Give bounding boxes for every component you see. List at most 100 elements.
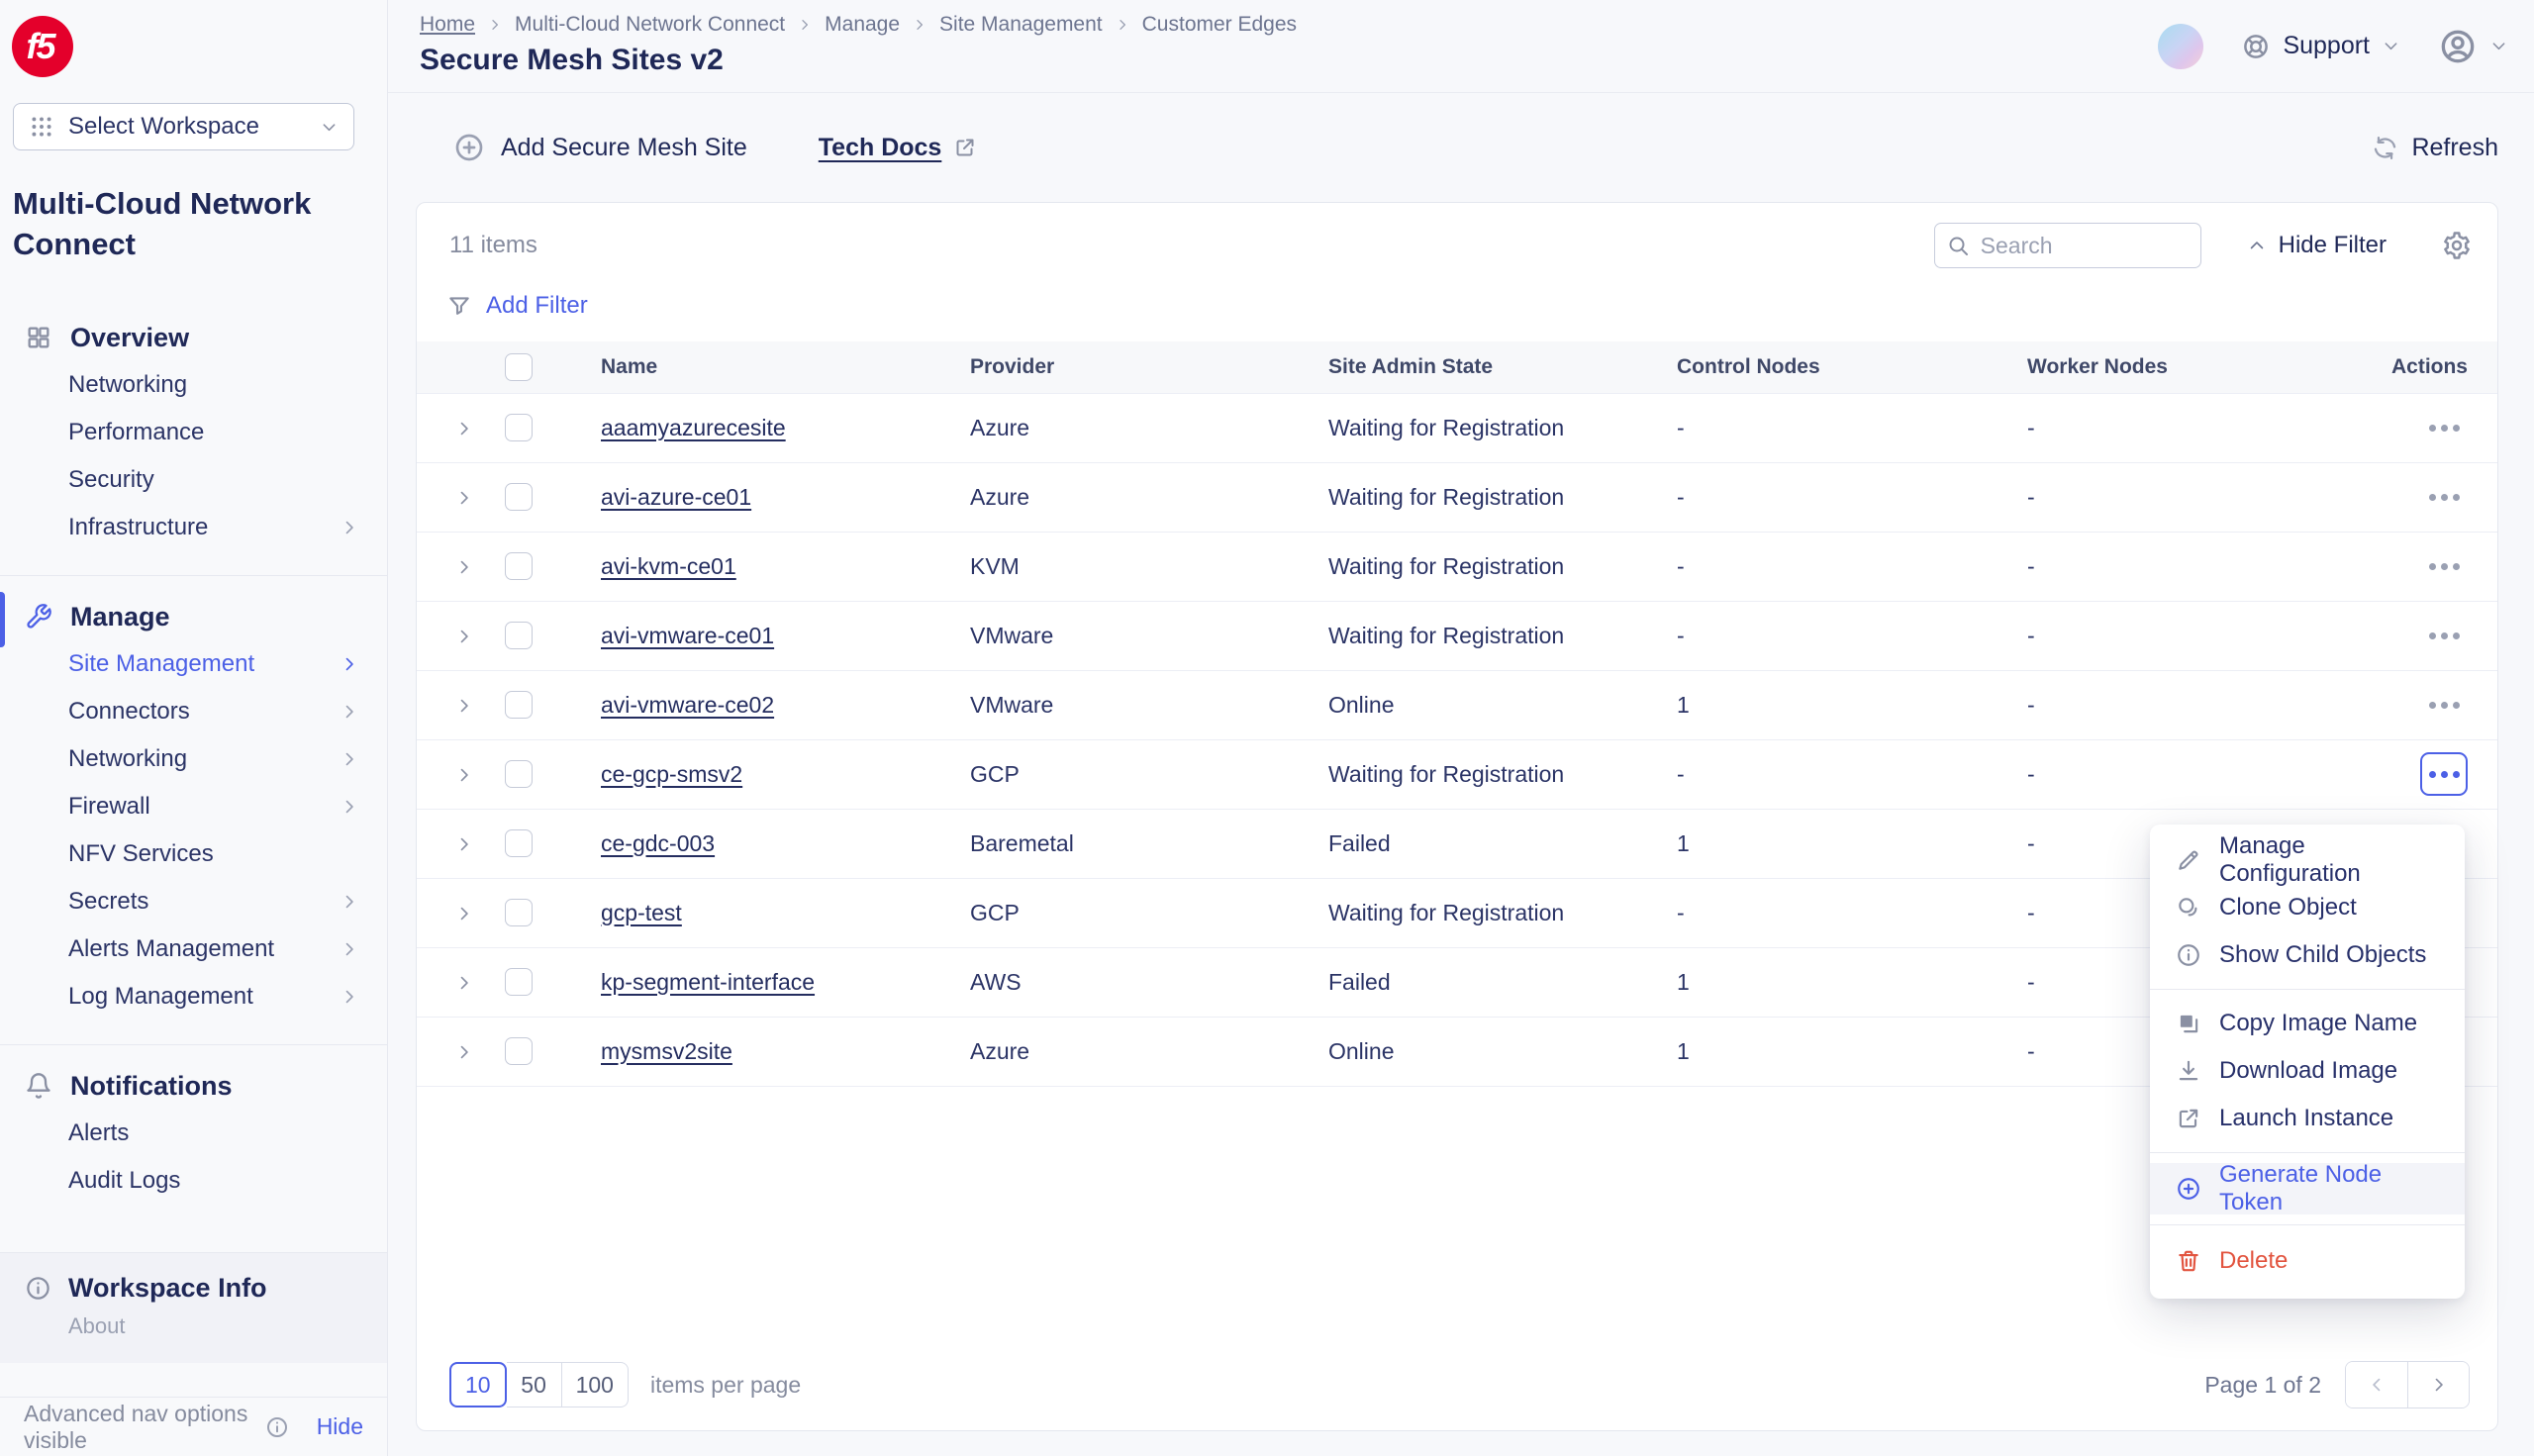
- chevron-right-icon: [340, 654, 359, 674]
- table-head-row: NameProviderSite Admin StateControl Node…: [417, 341, 2497, 393]
- row-expander[interactable]: [454, 488, 474, 508]
- row-expander[interactable]: [454, 1042, 474, 1062]
- sidebar-item-secrets[interactable]: Secrets: [0, 878, 387, 925]
- gear-icon[interactable]: [2442, 231, 2472, 260]
- provider-cell: Baremetal: [921, 809, 1279, 878]
- site-name-link[interactable]: avi-kvm-ce01: [601, 553, 736, 579]
- row-actions-button[interactable]: [2420, 475, 2468, 519]
- site-name-link[interactable]: aaamyazurecesite: [601, 415, 786, 440]
- row-checkbox[interactable]: [505, 691, 533, 719]
- menu-item-clone-object[interactable]: Clone Object: [2150, 884, 2465, 931]
- row-expander[interactable]: [454, 904, 474, 923]
- row-expander[interactable]: [454, 557, 474, 577]
- sidebar-section-head-notifications[interactable]: Notifications: [0, 1063, 387, 1110]
- add-secure-mesh-site-button[interactable]: Add Secure Mesh Site: [453, 132, 747, 163]
- workspace-info-about[interactable]: About: [68, 1313, 363, 1339]
- site-name-link[interactable]: gcp-test: [601, 900, 682, 925]
- menu-item-manage-configuration[interactable]: Manage Configuration: [2150, 836, 2465, 884]
- breadcrumb-item[interactable]: Manage: [825, 13, 900, 37]
- sidebar-item-alerts-management[interactable]: Alerts Management: [0, 925, 387, 973]
- actions-cell: [2285, 601, 2497, 670]
- row-checkbox[interactable]: [505, 552, 533, 580]
- site-name-link[interactable]: ce-gdc-003: [601, 830, 715, 856]
- tech-docs-link[interactable]: Tech Docs: [819, 134, 978, 162]
- chevron-right-icon: [454, 696, 474, 716]
- control-nodes-cell: -: [1627, 878, 1978, 947]
- row-actions-button[interactable]: [2420, 544, 2468, 588]
- advanced-nav-hide-link[interactable]: Hide: [317, 1413, 363, 1440]
- menu-item-copy-image-name[interactable]: Copy Image Name: [2150, 1000, 2465, 1047]
- row-actions-button[interactable]: [2420, 406, 2468, 449]
- column-header-provider: Provider: [921, 341, 1279, 393]
- sidebar-item-alerts[interactable]: Alerts: [0, 1110, 387, 1157]
- control-nodes-cell: 1: [1627, 947, 1978, 1017]
- breadcrumb-item[interactable]: Multi-Cloud Network Connect: [515, 13, 785, 37]
- menu-item-launch-instance[interactable]: Launch Instance: [2150, 1095, 2465, 1142]
- next-page-button[interactable]: [2407, 1362, 2469, 1407]
- menu-item-download-image[interactable]: Download Image: [2150, 1047, 2465, 1095]
- sidebar-item-site-management[interactable]: Site Management: [0, 640, 387, 688]
- row-checkbox[interactable]: [505, 414, 533, 441]
- row-checkbox[interactable]: [505, 968, 533, 996]
- workspace-info-head[interactable]: Workspace Info: [25, 1273, 363, 1304]
- sidebar-item-connectors[interactable]: Connectors: [0, 688, 387, 735]
- external-link-icon: [953, 136, 977, 159]
- row-actions-button[interactable]: [2420, 752, 2468, 796]
- page-size-10[interactable]: 10: [449, 1362, 507, 1407]
- menu-item-generate-node-token[interactable]: Generate Node Token: [2150, 1163, 2465, 1214]
- row-expander[interactable]: [454, 419, 474, 438]
- row-expander[interactable]: [454, 696, 474, 716]
- menu-item-delete[interactable]: Delete: [2150, 1235, 2465, 1287]
- chevron-right-icon: [340, 892, 359, 912]
- sidebar-item-networking[interactable]: Networking: [0, 361, 387, 409]
- search-input[interactable]: [1934, 223, 2201, 268]
- support-menu[interactable]: Support: [2241, 32, 2400, 61]
- site-name-link[interactable]: avi-vmware-ce01: [601, 623, 774, 648]
- row-checkbox[interactable]: [505, 1037, 533, 1065]
- row-checkbox[interactable]: [505, 760, 533, 788]
- row-checkbox[interactable]: [505, 829, 533, 857]
- site-name-link[interactable]: mysmsv2site: [601, 1038, 732, 1064]
- sidebar-section-head-overview[interactable]: Overview: [0, 315, 387, 361]
- site-name-link[interactable]: avi-azure-ce01: [601, 484, 751, 510]
- breadcrumb-item[interactable]: Home: [420, 13, 475, 37]
- sidebar-item-performance[interactable]: Performance: [0, 409, 387, 456]
- row-checkbox-cell: [486, 462, 551, 532]
- row-expander[interactable]: [454, 627, 474, 646]
- sidebar-section-head-manage[interactable]: Manage: [0, 594, 387, 640]
- page-size-50[interactable]: 50: [507, 1362, 562, 1407]
- site-name-link[interactable]: ce-gcp-smsv2: [601, 761, 742, 787]
- sidebar-item-label: Infrastructure: [68, 514, 208, 541]
- row-actions-button[interactable]: [2420, 683, 2468, 727]
- row-actions-button[interactable]: [2420, 614, 2468, 657]
- select-all-checkbox[interactable]: [505, 353, 533, 381]
- sidebar-item-log-management[interactable]: Log Management: [0, 973, 387, 1020]
- site-name-link[interactable]: kp-segment-interface: [601, 969, 815, 995]
- prev-page-button[interactable]: [2346, 1362, 2407, 1407]
- page-size-100[interactable]: 100: [562, 1362, 629, 1407]
- row-checkbox-cell: [486, 947, 551, 1017]
- row-expander[interactable]: [454, 765, 474, 785]
- workspace-selector[interactable]: Select Workspace: [13, 103, 354, 150]
- site-name-link[interactable]: avi-vmware-ce02: [601, 692, 774, 718]
- add-filter-button[interactable]: Add Filter: [417, 268, 588, 320]
- avatar[interactable]: [2158, 24, 2203, 69]
- row-checkbox[interactable]: [505, 483, 533, 511]
- row-checkbox-cell: [486, 1017, 551, 1086]
- account-menu[interactable]: [2438, 27, 2508, 66]
- site-admin-state-cell: Failed: [1279, 947, 1627, 1017]
- sidebar-item-audit-logs[interactable]: Audit Logs: [0, 1157, 387, 1205]
- sidebar-item-infrastructure[interactable]: Infrastructure: [0, 504, 387, 551]
- row-checkbox[interactable]: [505, 899, 533, 926]
- menu-item-show-child-objects[interactable]: Show Child Objects: [2150, 931, 2465, 979]
- sidebar-item-firewall[interactable]: Firewall: [0, 783, 387, 830]
- row-expander[interactable]: [454, 834, 474, 854]
- refresh-button[interactable]: Refresh: [2372, 134, 2498, 162]
- row-checkbox[interactable]: [505, 622, 533, 649]
- sidebar-item-nfv-services[interactable]: NFV Services: [0, 830, 387, 878]
- breadcrumb-item[interactable]: Site Management: [939, 13, 1103, 37]
- hide-filter-toggle[interactable]: Hide Filter: [2247, 232, 2387, 259]
- sidebar-item-security[interactable]: Security: [0, 456, 387, 504]
- row-expander[interactable]: [454, 973, 474, 993]
- sidebar-item-networking[interactable]: Networking: [0, 735, 387, 783]
